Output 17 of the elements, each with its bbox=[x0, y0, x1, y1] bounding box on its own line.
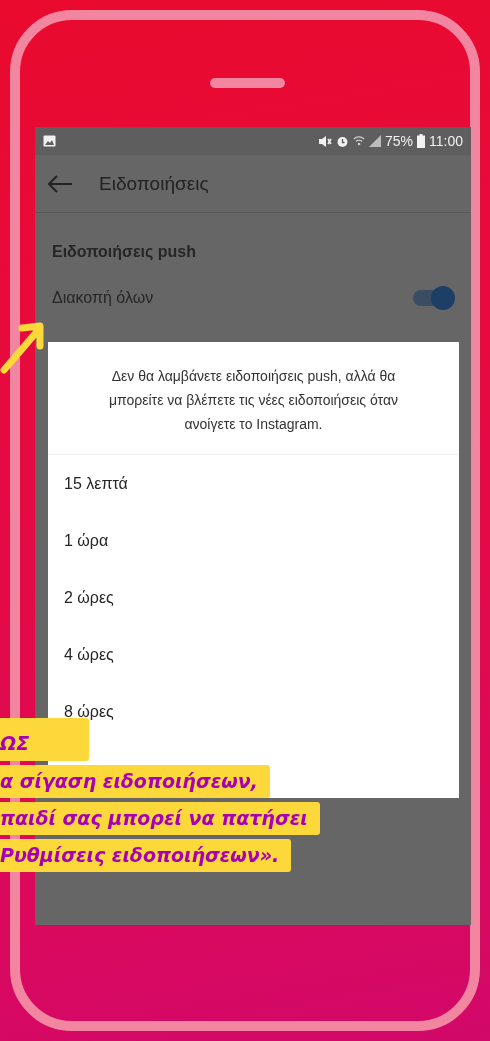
image-icon bbox=[43, 135, 56, 147]
battery-icon bbox=[417, 134, 425, 148]
duration-option[interactable]: 2 ώρες bbox=[48, 569, 459, 626]
battery-percent: 75% bbox=[384, 133, 413, 149]
status-time: 11:00 bbox=[429, 133, 463, 149]
mute-icon bbox=[317, 134, 332, 148]
dialog-message: Δεν θα λαμβάνετε ειδοποιήσεις push, αλλά θα μπορείτε να βλέπετε τις νέες ειδοποιήσεις όταν ανοίγετε το Instagram. bbox=[48, 342, 459, 455]
duration-option[interactable]: 15 λεπτά bbox=[48, 455, 459, 512]
alarm-icon bbox=[335, 134, 349, 148]
wifi-icon bbox=[352, 134, 365, 148]
section-title: Ειδοποιήσεις push bbox=[52, 243, 196, 261]
back-arrow-icon[interactable] bbox=[47, 174, 73, 193]
screen-title: Ειδοποιήσεις bbox=[99, 172, 209, 195]
duration-option[interactable]: 1 ώρα bbox=[48, 512, 459, 569]
duration-option[interactable]: 4 ώρες bbox=[48, 626, 459, 683]
setting-label: Διακοπή όλων bbox=[52, 289, 154, 307]
signal-icon bbox=[368, 135, 381, 147]
